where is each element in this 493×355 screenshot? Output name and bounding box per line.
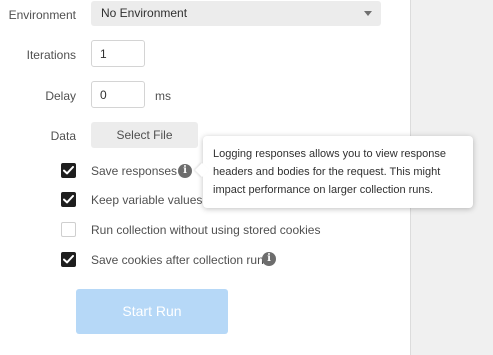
- environment-select[interactable]: No Environment: [91, 1, 381, 26]
- keep-variable-values-checkbox[interactable]: [61, 192, 76, 207]
- delay-unit: ms: [155, 89, 171, 103]
- start-run-button[interactable]: Start Run: [76, 289, 228, 334]
- tooltip-arrow: [194, 162, 210, 178]
- checkmark-icon: [63, 255, 74, 264]
- select-file-button[interactable]: Select File: [91, 122, 198, 148]
- environment-selected-value: No Environment: [101, 6, 188, 20]
- save-responses-info-icon[interactable]: i: [178, 164, 192, 178]
- save-responses-tooltip: Logging responses allows you to view res…: [194, 136, 473, 208]
- keep-variable-values-label: Keep variable values: [91, 193, 203, 207]
- environment-label: Environment: [8, 8, 76, 22]
- run-without-cookies-checkbox[interactable]: [61, 222, 76, 237]
- save-responses-checkbox[interactable]: [61, 163, 76, 178]
- run-without-cookies-label: Run collection without using stored cook…: [91, 223, 321, 237]
- checkmark-icon: [63, 195, 74, 204]
- checkmark-icon: [63, 166, 74, 175]
- save-cookies-info-icon[interactable]: i: [262, 252, 276, 266]
- iterations-input[interactable]: [91, 40, 145, 67]
- caret-down-icon: [364, 11, 372, 16]
- save-cookies-checkbox[interactable]: [61, 252, 76, 267]
- delay-input[interactable]: [91, 81, 145, 108]
- iterations-label: Iterations: [26, 48, 76, 62]
- delay-label: Delay: [45, 89, 76, 103]
- save-cookies-label: Save cookies after collection run: [91, 253, 264, 267]
- data-label: Data: [50, 129, 76, 143]
- save-responses-label: Save responses: [91, 164, 178, 178]
- tooltip-text: Logging responses allows you to view res…: [213, 148, 446, 196]
